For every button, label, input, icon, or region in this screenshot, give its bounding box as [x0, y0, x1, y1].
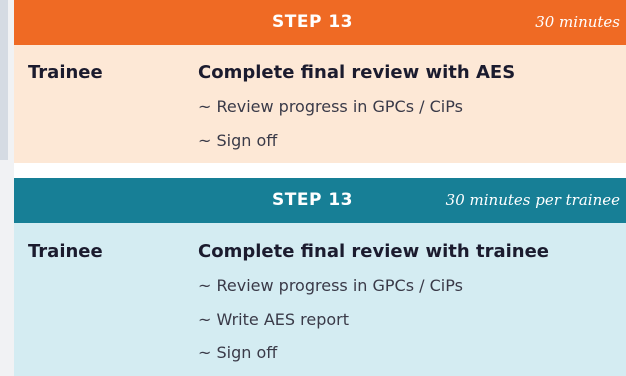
step-label: STEP 13 [272, 12, 353, 32]
step-panel-ahead: STEP 13 30 minutes Trainee Complete fina… [14, 0, 626, 163]
task-item: ~ Write AES report [198, 310, 349, 329]
step-body: Trainee Complete final review with train… [14, 223, 626, 376]
role-label: Trainee [28, 241, 103, 262]
step-body: Trainee Complete final review with AES ~… [14, 45, 626, 163]
left-margin-bar [0, 0, 14, 376]
step-label: STEP 13 [272, 190, 353, 210]
step-header: STEP 13 30 minutes per trainee [14, 178, 626, 223]
task-item: ~ Sign off [198, 343, 278, 362]
step-header: STEP 13 30 minutes [14, 0, 626, 45]
task-title: Complete final review with AES [198, 62, 516, 83]
time-label: 30 minutes [535, 13, 620, 31]
task-item: ~ Review progress in GPCs / CiPs [198, 97, 463, 116]
task-item: ~ Sign off [198, 131, 278, 150]
role-label: Trainee [28, 62, 103, 83]
time-label: 30 minutes per trainee [445, 191, 620, 209]
left-margin-shade [0, 0, 8, 160]
task-title: Complete final review with trainee [198, 241, 550, 262]
task-item: ~ Review progress in GPCs / CiPs [198, 276, 463, 295]
step-panel-supervisor: STEP 13 30 minutes per trainee Trainee C… [14, 178, 626, 376]
